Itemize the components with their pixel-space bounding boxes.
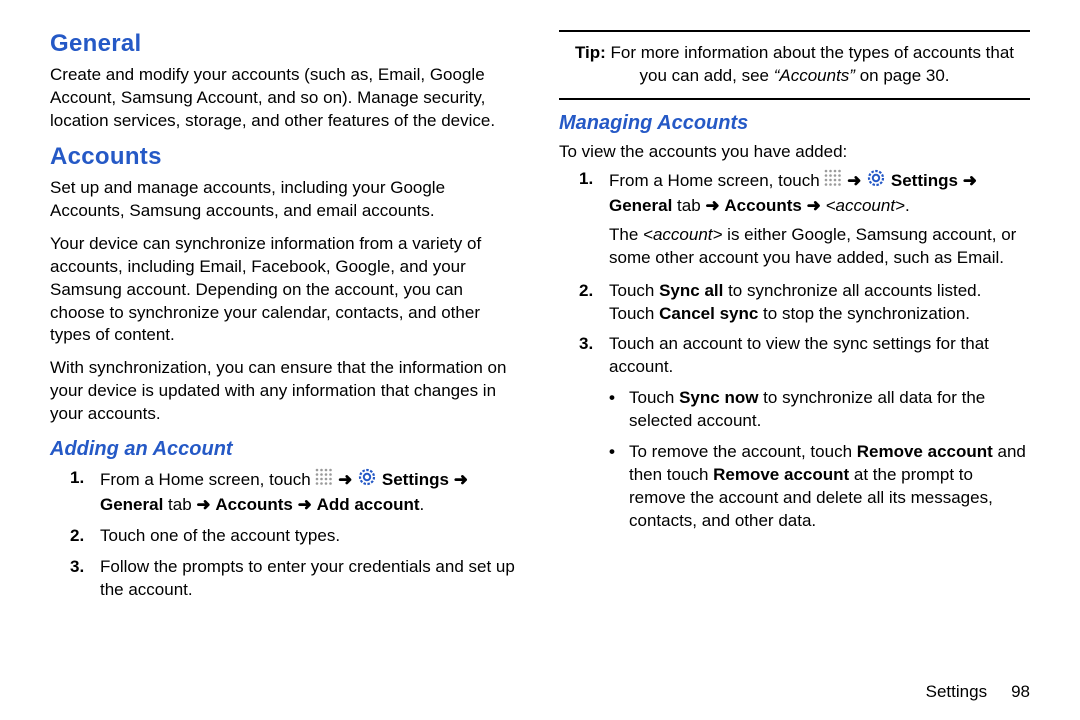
paragraph-accounts-1: Set up and manage accounts, including yo… <box>50 177 521 223</box>
step-1-text: From a Home screen, touch ➜ Settings ➜ G… <box>100 470 468 514</box>
managing-intro: To view the accounts you have added: <box>559 141 1030 164</box>
arrow-icon: ➜ <box>963 171 977 190</box>
managing-steps: 1. From a Home screen, touch ➜ Settings … <box>559 168 1030 380</box>
heading-accounts: Accounts <box>50 143 521 171</box>
m-step-1: 1. From a Home screen, touch ➜ Settings … <box>559 168 1030 270</box>
bullet-remove-account: To remove the account, touch Remove acco… <box>559 441 1030 533</box>
paragraph-accounts-2: Your device can synchronize information … <box>50 233 521 348</box>
arrow-icon: ➜ <box>298 495 312 514</box>
m-step-2: 2. Touch Sync all to synchronize all acc… <box>559 280 1030 326</box>
gear-icon <box>357 467 377 494</box>
m-step-1-line: From a Home screen, touch ➜ Settings ➜ G… <box>609 171 977 215</box>
managing-bullets: Touch Sync now to synchronize all data f… <box>559 387 1030 533</box>
bullet-sync-now: Touch Sync now to synchronize all data f… <box>559 387 1030 433</box>
step-1: 1. From a Home screen, touch ➜ Settings … <box>50 467 521 517</box>
heading-adding-account: Adding an Account <box>50 438 521 461</box>
arrow-icon: ➜ <box>454 470 468 489</box>
apps-grid-icon <box>315 468 333 493</box>
arrow-icon: ➜ <box>338 470 352 489</box>
arrow-icon: ➜ <box>705 196 719 215</box>
right-column: Tip: For more information about the type… <box>559 30 1030 700</box>
left-column: General Create and modify your accounts … <box>50 30 521 700</box>
page-footer: Settings 98 <box>926 682 1030 702</box>
paragraph-general: Create and modify your accounts (such as… <box>50 64 521 133</box>
footer-section-label: Settings <box>926 682 987 701</box>
step-3: 3.Follow the prompts to enter your crede… <box>50 556 521 602</box>
heading-managing-accounts: Managing Accounts <box>559 112 1030 135</box>
adding-account-steps: 1. From a Home screen, touch ➜ Settings … <box>50 467 521 602</box>
heading-general: General <box>50 30 521 58</box>
arrow-icon: ➜ <box>196 495 210 514</box>
m-step-3: 3. Touch an account to view the sync set… <box>559 333 1030 379</box>
arrow-icon: ➜ <box>807 196 821 215</box>
arrow-icon: ➜ <box>847 171 861 190</box>
footer-page-number: 98 <box>1011 682 1030 701</box>
gear-icon <box>866 168 886 195</box>
paragraph-accounts-3: With synchronization, you can ensure tha… <box>50 357 521 426</box>
m-step-1-followup: The <account> is either Google, Samsung … <box>609 224 1030 270</box>
tip-box: Tip: For more information about the type… <box>559 30 1030 100</box>
step-2: 2.Touch one of the account types. <box>50 525 521 548</box>
apps-grid-icon <box>824 169 842 194</box>
